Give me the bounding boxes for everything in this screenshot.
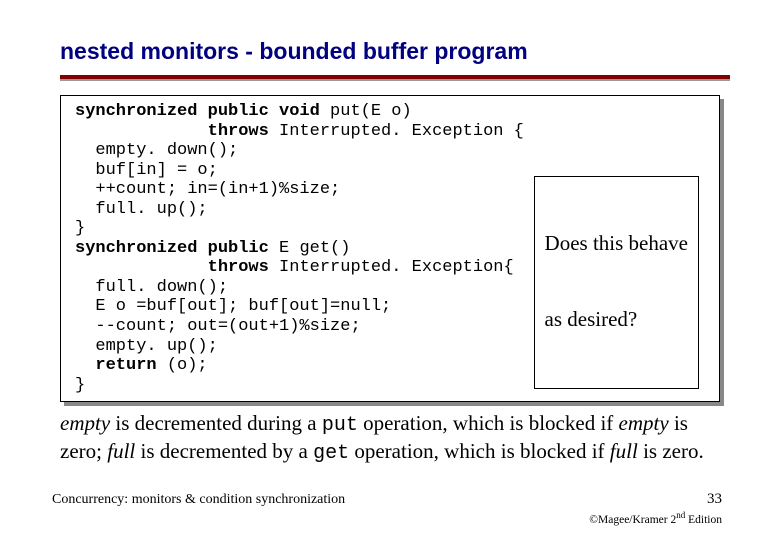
code-line: return <box>75 356 157 375</box>
code-line: full. down(); <box>75 278 228 297</box>
code-line: empty. up(); <box>75 337 218 356</box>
body-paragraph: empty is decremented during a put operat… <box>60 410 720 466</box>
code-line: } <box>75 376 85 395</box>
footer-left: Concurrency: monitors & condition synchr… <box>52 492 345 508</box>
code-line: (o); <box>157 356 208 375</box>
title-rule <box>60 75 730 81</box>
callout-line: Does this behave <box>545 231 688 256</box>
code-line: Interrupted. Exception{ <box>269 258 514 277</box>
callout-line: as desired? <box>545 307 688 332</box>
footer-right: ©Magee/Kramer 2nd Edition <box>589 510 722 526</box>
callout-box: Does this behave as desired? <box>534 176 699 390</box>
code-line: put(E o) <box>320 102 412 121</box>
code-line: synchronized public void <box>75 102 320 121</box>
code-line: --count; out=(out+1)%size; <box>75 317 361 336</box>
code-line: } <box>75 219 85 238</box>
code-line: throws <box>75 258 269 277</box>
code-line: E o =buf[out]; buf[out]=null; <box>75 297 391 316</box>
code-block: synchronized public void put(E o) throws… <box>60 95 720 402</box>
code-line: buf[in] = o; <box>75 161 218 180</box>
slide-title: nested monitors - bounded buffer program <box>60 38 730 65</box>
code-line: full. up(); <box>75 200 208 219</box>
code-line: throws <box>75 122 269 141</box>
page-number: 33 <box>707 491 722 508</box>
code-line: ++count; in=(in+1)%size; <box>75 180 340 199</box>
code-line: E get() <box>269 239 351 258</box>
code-line: empty. down(); <box>75 141 238 160</box>
code-line: Interrupted. Exception { <box>269 122 524 141</box>
code-line: synchronized public <box>75 239 269 258</box>
